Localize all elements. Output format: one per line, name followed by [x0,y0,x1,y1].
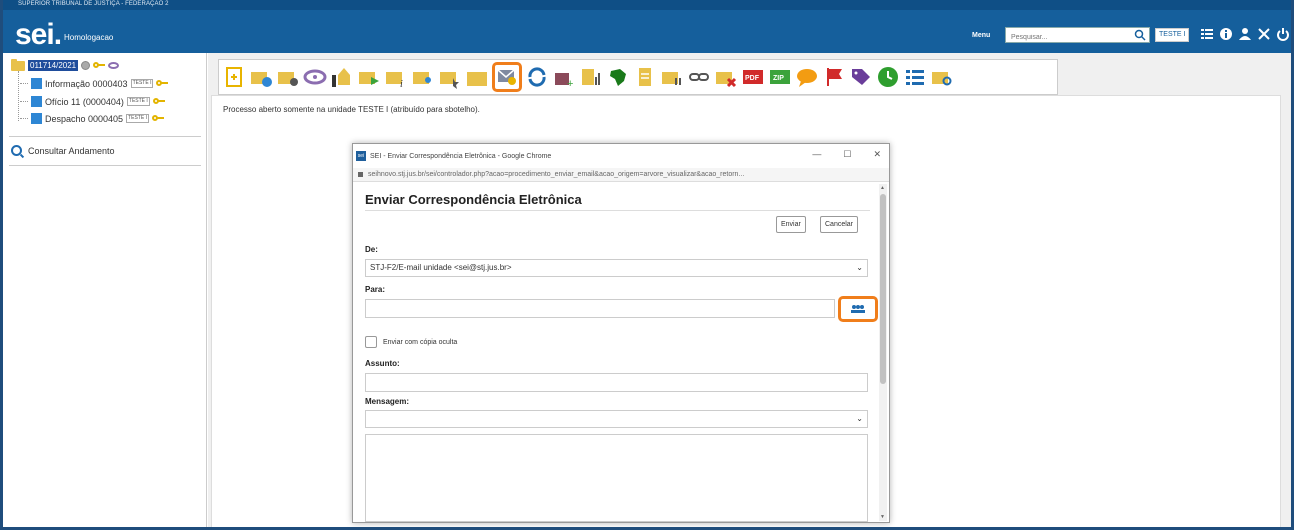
window-frame [0,0,1294,530]
